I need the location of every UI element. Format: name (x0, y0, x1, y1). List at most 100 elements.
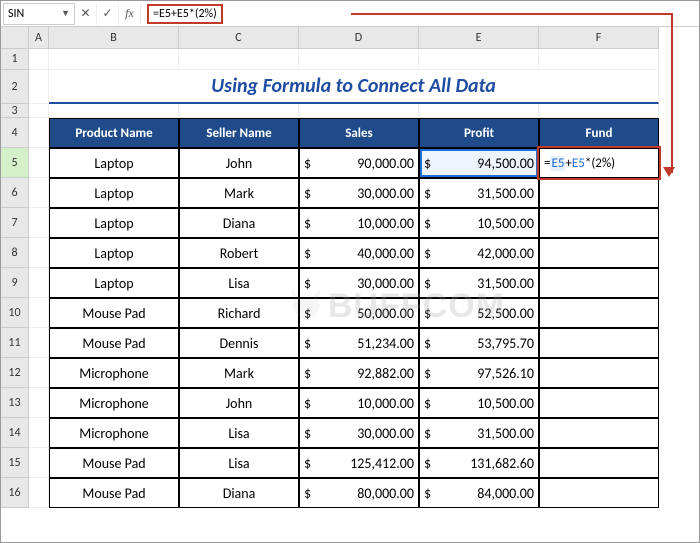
cell[interactable] (179, 104, 299, 118)
row-header[interactable]: 14 (1, 418, 29, 448)
cell-seller[interactable]: Lisa (179, 418, 299, 448)
row-header[interactable]: 8 (1, 238, 29, 268)
cell-product[interactable]: Mouse Pad (49, 328, 179, 358)
cell-product[interactable]: Mouse Pad (49, 298, 179, 328)
cancel-icon[interactable]: ✕ (75, 3, 97, 25)
title-cell[interactable]: Using Formula to Connect All Data (49, 70, 659, 104)
name-box[interactable]: SIN ▼ (3, 3, 75, 25)
cell-profit[interactable]: $42,000.00 (419, 238, 539, 268)
row-header[interactable]: 7 (1, 208, 29, 238)
cell[interactable] (29, 49, 49, 70)
table-header-product[interactable]: Product Name (49, 118, 179, 148)
cell-product[interactable]: Laptop (49, 148, 179, 178)
cell[interactable] (29, 358, 49, 388)
row-header[interactable]: 10 (1, 298, 29, 328)
cell-sales[interactable]: $10,000.00 (299, 388, 419, 418)
cell[interactable] (29, 104, 49, 118)
cell[interactable] (49, 104, 179, 118)
cell-seller[interactable]: John (179, 148, 299, 178)
cell-fund[interactable] (539, 478, 659, 508)
cell-sales[interactable]: $80,000.00 (299, 478, 419, 508)
cell-seller[interactable]: Dennis (179, 328, 299, 358)
col-header[interactable]: E (419, 27, 539, 49)
cell[interactable] (29, 148, 49, 178)
cell-product[interactable]: Laptop (49, 208, 179, 238)
cell-product[interactable]: Mouse Pad (49, 448, 179, 478)
row-header[interactable]: 2 (1, 70, 29, 104)
cell-product[interactable]: Laptop (49, 178, 179, 208)
cell-seller[interactable]: Lisa (179, 268, 299, 298)
cell-profit[interactable]: $31,500.00 (419, 268, 539, 298)
cell-sales[interactable]: $125,412.00 (299, 448, 419, 478)
row-header[interactable]: 9 (1, 268, 29, 298)
fx-icon[interactable]: fx (119, 3, 141, 25)
cell-sales[interactable]: $51,234.00 (299, 328, 419, 358)
cell-profit[interactable]: $53,795.70 (419, 328, 539, 358)
cell-profit[interactable]: $52,500.00 (419, 298, 539, 328)
formula-input[interactable]: =E5+E5*(2%) (141, 3, 699, 25)
cell-profit[interactable]: $31,500.00 (419, 418, 539, 448)
cell-profit[interactable]: $84,000.00 (419, 478, 539, 508)
cell-product[interactable]: Microphone (49, 358, 179, 388)
row-header[interactable]: 5 (1, 148, 29, 178)
cell-fund[interactable] (539, 268, 659, 298)
cell-seller[interactable]: Diana (179, 478, 299, 508)
row-header[interactable]: 11 (1, 328, 29, 358)
cell[interactable] (29, 268, 49, 298)
cell[interactable] (539, 49, 659, 70)
row-header[interactable]: 4 (1, 118, 29, 148)
cell[interactable] (29, 208, 49, 238)
cell-fund-editing[interactable]: =E5+E5*(2%) (539, 148, 659, 178)
col-header[interactable]: A (29, 27, 49, 49)
cell-fund[interactable] (539, 238, 659, 268)
cell-sales[interactable]: $40,000.00 (299, 238, 419, 268)
row-header[interactable]: 16 (1, 478, 29, 508)
cell-product[interactable]: Mouse Pad (49, 478, 179, 508)
cell-fund[interactable] (539, 388, 659, 418)
cell-profit[interactable]: $31,500.00 (419, 178, 539, 208)
cell-profit[interactable]: $10,500.00 (419, 208, 539, 238)
cell-seller[interactable]: Mark (179, 358, 299, 388)
cell[interactable] (29, 178, 49, 208)
cell-product[interactable]: Laptop (49, 268, 179, 298)
cell[interactable] (29, 388, 49, 418)
row-header[interactable]: 6 (1, 178, 29, 208)
row-header[interactable]: 1 (1, 49, 29, 70)
col-header[interactable]: B (49, 27, 179, 49)
cell[interactable] (29, 238, 49, 268)
cell[interactable] (29, 448, 49, 478)
select-all-corner[interactable] (1, 27, 29, 49)
cell[interactable] (299, 104, 419, 118)
cell[interactable] (299, 49, 419, 70)
cell-sales[interactable]: $92,882.00 (299, 358, 419, 388)
cell-fund[interactable] (539, 178, 659, 208)
cell-fund[interactable] (539, 448, 659, 478)
cell-sales[interactable]: $50,000.00 (299, 298, 419, 328)
enter-icon[interactable]: ✓ (97, 3, 119, 25)
table-header-sales[interactable]: Sales (299, 118, 419, 148)
cell-fund[interactable] (539, 208, 659, 238)
cell-sales[interactable]: $30,000.00 (299, 418, 419, 448)
cell-fund[interactable] (539, 358, 659, 388)
row-header[interactable]: 13 (1, 388, 29, 418)
cell-profit[interactable]: $97,526.10 (419, 358, 539, 388)
col-header[interactable]: D (299, 27, 419, 49)
cell-seller[interactable]: Lisa (179, 448, 299, 478)
cell-product[interactable]: Laptop (49, 238, 179, 268)
cell-seller[interactable]: Mark (179, 178, 299, 208)
col-header[interactable]: C (179, 27, 299, 49)
cell-fund[interactable] (539, 328, 659, 358)
row-header[interactable]: 3 (1, 104, 29, 118)
cell-product[interactable]: Microphone (49, 418, 179, 448)
cell-seller[interactable]: Robert (179, 238, 299, 268)
cell[interactable] (29, 70, 49, 104)
row-header[interactable]: 15 (1, 448, 29, 478)
cell-fund[interactable] (539, 418, 659, 448)
row-header[interactable]: 12 (1, 358, 29, 388)
table-header-fund[interactable]: Fund (539, 118, 659, 148)
cell[interactable] (29, 118, 49, 148)
cell[interactable] (49, 49, 179, 70)
cell-profit[interactable]: $131,682.60 (419, 448, 539, 478)
cell[interactable] (29, 298, 49, 328)
table-header-seller[interactable]: Seller Name (179, 118, 299, 148)
